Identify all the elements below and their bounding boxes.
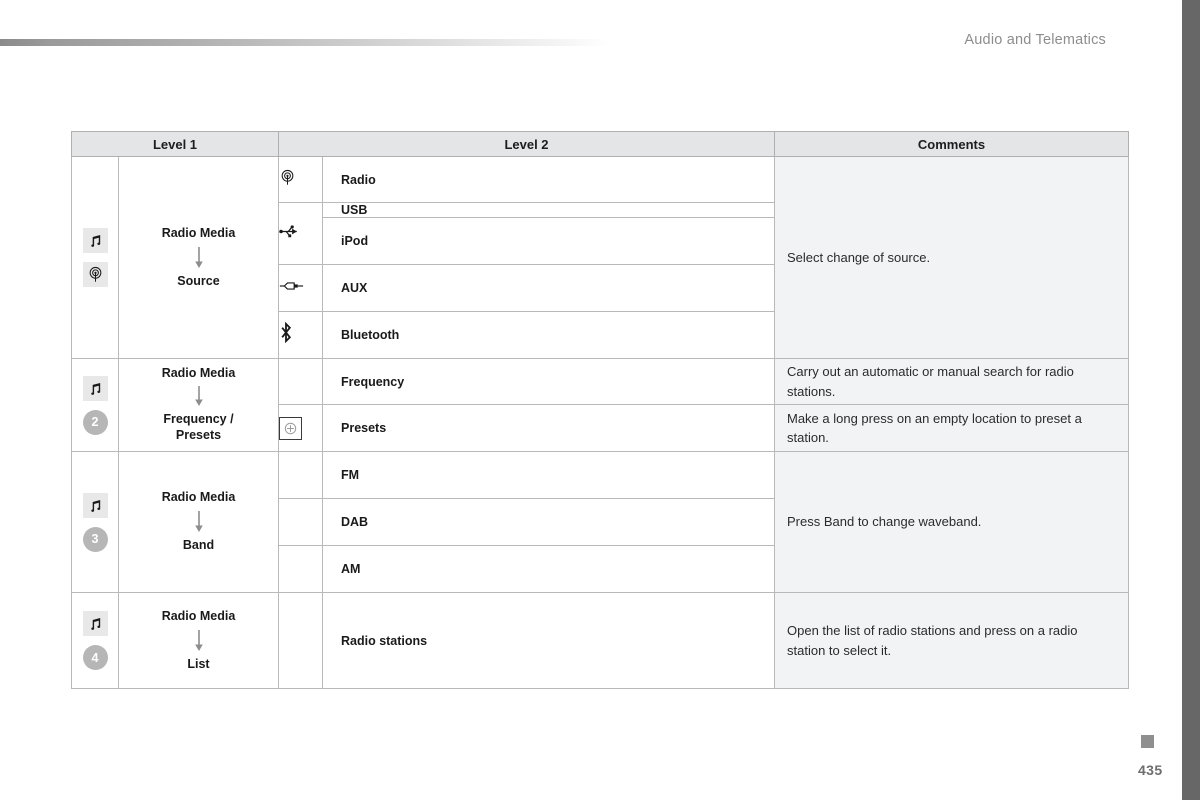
comment-text: Make a long press on an empty location t… — [787, 410, 1082, 446]
level2-label-cell: FM — [322, 451, 775, 499]
level1-title: Radio Media — [161, 225, 236, 240]
level1-label-cell: Radio Media Source — [118, 156, 279, 359]
level2-label-cell: DAB — [322, 498, 775, 546]
level2-label-cell: Frequency — [322, 358, 775, 405]
step-badge-3: 3 — [82, 526, 108, 552]
level2-icon-cell — [278, 264, 323, 312]
level1-subtitle: List — [187, 656, 210, 671]
radio-antenna-icon — [279, 169, 296, 190]
table-row: 3 Radio Media Band FM Press Band to chan… — [71, 451, 1129, 593]
level2-icon-cell — [278, 202, 323, 265]
table-row: 2 Radio Media Frequency / Presets Freque… — [71, 358, 1129, 452]
music-note-icon — [82, 492, 108, 518]
level1-title: Radio Media — [161, 608, 236, 623]
comments-cell: Press Band to change waveband. — [774, 451, 1129, 593]
level2-icon-cell — [278, 545, 323, 593]
level1-title: Radio Media — [161, 366, 236, 381]
comment-text: Select change of source. — [787, 249, 931, 265]
radio-antenna-icon — [82, 262, 108, 287]
table-row: 4 Radio Media List Radio stations Open t… — [71, 592, 1129, 689]
level2-label: Frequency — [341, 374, 405, 389]
level2-icon-cell — [278, 156, 323, 203]
usb-icon — [279, 224, 301, 243]
right-edge-bar — [1182, 0, 1200, 800]
music-note-icon — [82, 375, 108, 401]
level2-icon-cell — [278, 498, 323, 546]
level1-subtitle: Source — [177, 273, 220, 288]
level2-label: DAB — [341, 515, 369, 529]
level2-label-cell: Radio stations — [322, 592, 775, 689]
level2-icon-cell — [278, 404, 323, 452]
level2-label: Radio — [341, 172, 376, 187]
music-note-icon — [82, 228, 108, 253]
level2-label-cell: iPod — [322, 217, 775, 265]
level2-label: iPod — [341, 234, 369, 248]
column-header-comments: Comments — [774, 131, 1129, 157]
level1-icon-cell — [71, 156, 119, 359]
level2-label: AM — [341, 562, 361, 576]
level2-icon-cell — [278, 451, 323, 499]
step-badge-2: 2 — [82, 409, 108, 435]
level1-icon-cell: 3 — [71, 451, 119, 593]
level1-subtitle-line2: Presets — [175, 428, 222, 443]
down-arrow-icon — [193, 385, 205, 409]
comment-text: Open the list of radio stations and pres… — [787, 623, 1078, 658]
level1-subtitle-line1: Frequency / — [163, 411, 234, 426]
level2-label-cell: Radio — [322, 156, 775, 203]
preset-add-icon — [279, 416, 302, 440]
down-arrow-icon — [193, 509, 205, 535]
level2-label-cell: Presets — [322, 404, 775, 452]
page-number: 435 — [1138, 762, 1163, 778]
level2-label: AUX — [341, 281, 368, 295]
folio-square-mark — [1141, 735, 1154, 748]
level2-label: Bluetooth — [341, 328, 400, 342]
level2-icon-cell — [278, 311, 323, 359]
level1-icon-cell: 2 — [71, 358, 119, 452]
down-arrow-icon — [193, 628, 205, 654]
level2-label: Presets — [341, 421, 387, 435]
running-head: Audio and Telematics — [964, 32, 1106, 48]
level2-label-cell: Bluetooth — [322, 311, 775, 359]
level1-label-cell: Radio Media Frequency / Presets — [118, 358, 279, 452]
level2-icon-cell — [278, 358, 323, 405]
level2-label-cell: AM — [322, 545, 775, 593]
column-header-level2: Level 2 — [278, 131, 775, 157]
level2-label-cell: USB — [322, 202, 775, 218]
level2-label: USB — [341, 203, 368, 217]
column-header-level1: Level 1 — [71, 131, 279, 157]
level1-label-cell: Radio Media List — [118, 592, 279, 689]
comment-text: Press Band to change waveband. — [787, 514, 982, 530]
aux-jack-icon — [279, 279, 304, 296]
comments-cell: Open the list of radio stations and pres… — [774, 592, 1129, 689]
menu-structure-table: Level 1 Level 2 Comments Radio Media Sou… — [71, 131, 1129, 689]
comments-cell: Make a long press on an empty location t… — [774, 404, 1129, 452]
level2-label-cell: AUX — [322, 264, 775, 312]
level1-title: Radio Media — [161, 490, 236, 505]
comment-text: Carry out an automatic or manual search … — [787, 364, 1074, 399]
top-gradient-rule — [0, 39, 610, 46]
level1-label-cell: Radio Media Band — [118, 451, 279, 593]
level2-label: FM — [341, 468, 360, 482]
step-badge-4: 4 — [82, 645, 108, 670]
level1-icon-cell: 4 — [71, 592, 119, 689]
comments-cell: Select change of source. — [774, 156, 1129, 359]
down-arrow-icon — [193, 245, 205, 271]
table-header-row: Level 1 Level 2 Comments — [71, 131, 1129, 157]
level1-subtitle: Band — [182, 538, 215, 552]
level2-label: Radio stations — [341, 633, 428, 648]
table-row: Radio Media Source Radio Select change o… — [71, 156, 1129, 359]
level2-icon-cell — [278, 592, 323, 689]
bluetooth-icon — [279, 321, 293, 347]
music-note-icon — [82, 611, 108, 636]
comments-cell: Carry out an automatic or manual search … — [774, 358, 1129, 405]
manual-page: Audio and Telematics Level 1 Level 2 Com… — [0, 0, 1200, 800]
